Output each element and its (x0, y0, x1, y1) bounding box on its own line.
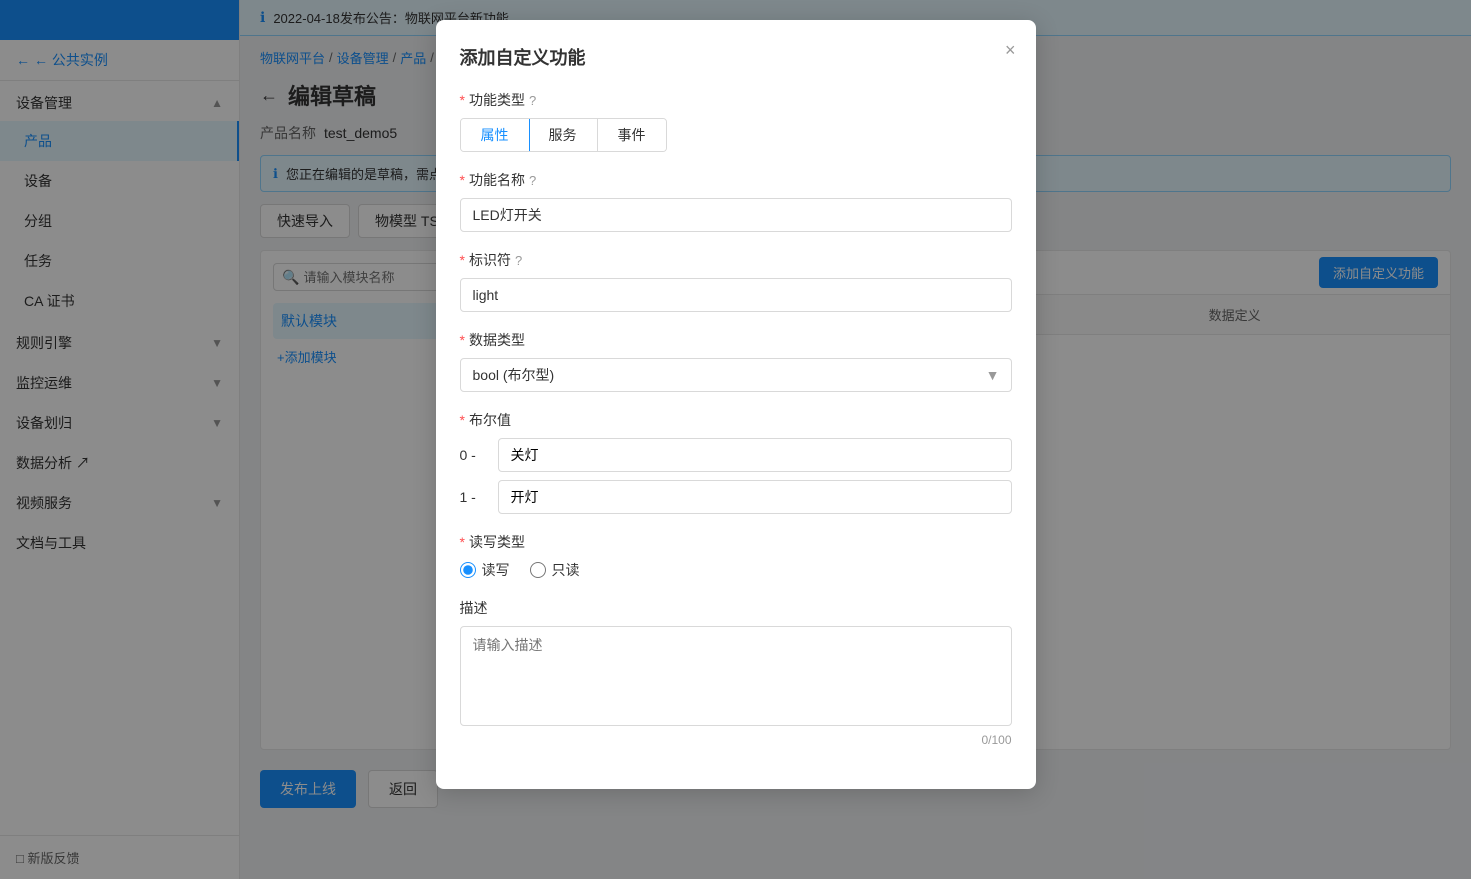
data-type-select[interactable]: bool (布尔型) int (整数型) float (浮点型) double … (460, 358, 1012, 392)
bool-1-input[interactable] (498, 480, 1012, 514)
identifier-label: 标识符 (469, 250, 511, 270)
bool-values-section: * 布尔值 0 - 1 - (460, 410, 1012, 514)
rw-type-label-row: * 读写类型 (460, 532, 1012, 552)
function-name-help-icon[interactable]: ? (529, 173, 536, 188)
char-count: 0/100 (460, 733, 1012, 747)
function-name-section: * 功能名称 ? (460, 170, 1012, 232)
bool-0-input[interactable] (498, 438, 1012, 472)
modal-overlay: 添加自定义功能 × * 功能类型 ? 属性 服务 事件 * 功能名称 ? (0, 0, 1471, 879)
radio-group: 读写 只读 (460, 560, 1012, 580)
modal-title: 添加自定义功能 (460, 44, 1012, 70)
description-label-row: 描述 (460, 598, 1012, 618)
description-section: 描述 0/100 (460, 598, 1012, 747)
radio-ro-input[interactable] (530, 562, 546, 578)
function-type-section: * 功能类型 ? 属性 服务 事件 (460, 90, 1012, 152)
function-name-label: 功能名称 (469, 170, 525, 190)
bool-row-1: 1 - (460, 480, 1012, 514)
bool-1-prefix: 1 - (460, 489, 490, 505)
bool-row-0: 0 - (460, 438, 1012, 472)
radio-rw-label: 读写 (482, 560, 510, 580)
tab-property[interactable]: 属性 (460, 118, 530, 152)
identifier-label-row: * 标识符 ? (460, 250, 1012, 270)
function-type-help-icon[interactable]: ? (529, 93, 536, 108)
radio-rw-input[interactable] (460, 562, 476, 578)
radio-ro-label: 只读 (552, 560, 580, 580)
radio-rw-option[interactable]: 读写 (460, 560, 510, 580)
rw-type-section: * 读写类型 读写 只读 (460, 532, 1012, 580)
radio-ro-option[interactable]: 只读 (530, 560, 580, 580)
tab-event[interactable]: 事件 (598, 119, 666, 151)
bool-values-label-row: * 布尔值 (460, 410, 1012, 430)
identifier-input[interactable] (460, 278, 1012, 312)
modal-close-button[interactable]: × (1005, 40, 1016, 61)
rw-type-label: 读写类型 (469, 532, 525, 552)
identifier-help-icon[interactable]: ? (515, 253, 522, 268)
data-type-label: 数据类型 (469, 330, 525, 350)
function-name-label-row: * 功能名称 ? (460, 170, 1012, 190)
bool-0-prefix: 0 - (460, 447, 490, 463)
function-type-label: 功能类型 (469, 90, 525, 110)
data-type-section: * 数据类型 bool (布尔型) int (整数型) float (浮点型) … (460, 330, 1012, 392)
description-label: 描述 (460, 598, 488, 618)
function-type-label-row: * 功能类型 ? (460, 90, 1012, 110)
tab-service[interactable]: 服务 (529, 119, 598, 151)
bool-values-container: 0 - 1 - (460, 438, 1012, 514)
description-textarea[interactable] (460, 626, 1012, 726)
data-type-label-row: * 数据类型 (460, 330, 1012, 350)
function-type-tabs: 属性 服务 事件 (460, 118, 667, 152)
identifier-section: * 标识符 ? (460, 250, 1012, 312)
bool-values-label: 布尔值 (469, 410, 511, 430)
add-feature-modal: 添加自定义功能 × * 功能类型 ? 属性 服务 事件 * 功能名称 ? (436, 20, 1036, 789)
function-name-input[interactable] (460, 198, 1012, 232)
data-type-select-wrapper: bool (布尔型) int (整数型) float (浮点型) double … (460, 358, 1012, 392)
